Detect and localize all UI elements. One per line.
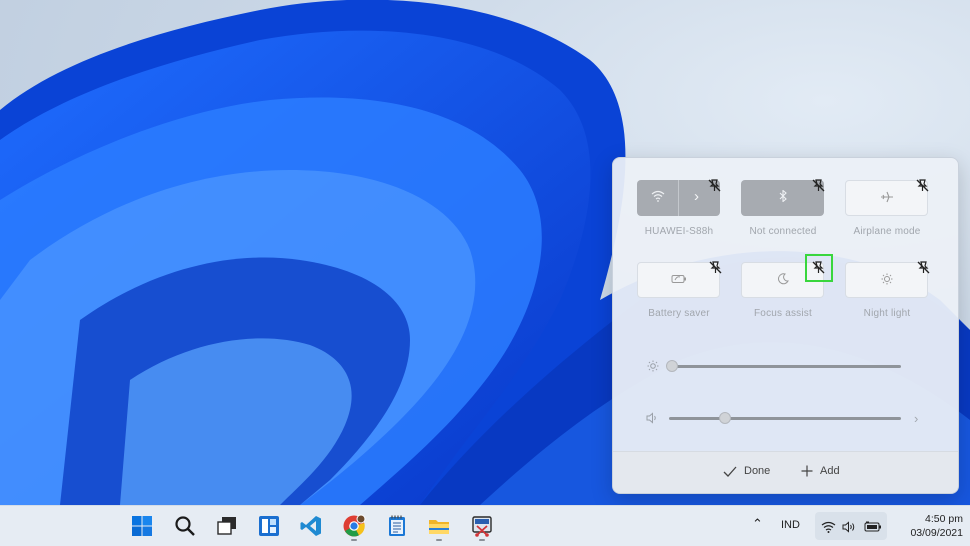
file-explorer-icon[interactable] [427,514,451,538]
running-indicator [351,539,357,541]
chevron-up-icon[interactable]: ⌃ [752,516,763,532]
clock-time: 4:50 pm [925,513,963,525]
notepad-icon[interactable] [385,514,409,538]
running-indicator [436,539,442,541]
add-button[interactable]: Add [801,465,840,477]
brightness-slider[interactable] [672,365,901,368]
volume-slider-thumb[interactable] [718,412,731,424]
clock-date: 03/09/2021 [910,527,963,539]
airplane-mode-label: Airplane mode [853,226,921,237]
wifi-icon [821,520,836,538]
tile-divider [678,180,679,216]
wifi-label: HUAWEI-S88h [644,226,714,237]
unpin-icon[interactable] [916,260,931,275]
speaker-icon [646,412,658,427]
done-button[interactable]: Done [723,465,770,477]
system-tray-quick-settings[interactable] [815,512,887,540]
taskbar: ⌃ IND [0,505,970,546]
airplane-icon [846,191,927,206]
chevron-right-icon[interactable]: › [914,411,918,426]
brightness-icon [647,360,659,375]
language-indicator[interactable]: IND [781,519,800,531]
task-view-icon[interactable] [215,514,239,538]
running-indicator [479,539,485,541]
quick-settings-panel: › HUAWEI-S88h Not connected Airplane mod… [612,157,959,494]
battery-saver-label: Battery saver [648,308,710,319]
focus-assist-label: Focus assist [754,308,812,319]
night-light-label: Night light [863,308,911,319]
quick-settings-footer: Done Add [613,451,958,493]
unpin-icon-highlighted[interactable] [805,254,833,282]
vscode-icon[interactable] [299,514,323,538]
checkmark-icon [723,466,737,477]
unpin-icon[interactable] [708,260,723,275]
search-icon[interactable] [173,514,197,538]
bluetooth-label: Not connected [749,226,817,237]
add-label: Add [820,465,840,477]
unpin-icon[interactable] [915,178,930,193]
brightness-slider-thumb[interactable] [666,360,678,372]
battery-saver-icon [638,273,719,287]
battery-icon [864,520,882,538]
sun-icon [846,273,927,288]
wifi-icon [637,190,678,205]
plus-icon [801,465,813,477]
clock[interactable]: 4:50 pm 03/09/2021 [893,512,963,540]
chrome-icon[interactable] [342,514,366,538]
volume-slider[interactable] [669,417,901,420]
snipping-tool-icon[interactable] [470,514,494,538]
widgets-icon[interactable] [257,514,281,538]
done-label: Done [744,465,771,477]
unpin-icon[interactable] [811,178,826,193]
unpin-icon[interactable] [707,178,722,193]
start-icon[interactable] [130,514,154,538]
speaker-icon [842,520,856,538]
chevron-right-icon[interactable]: › [694,188,699,205]
